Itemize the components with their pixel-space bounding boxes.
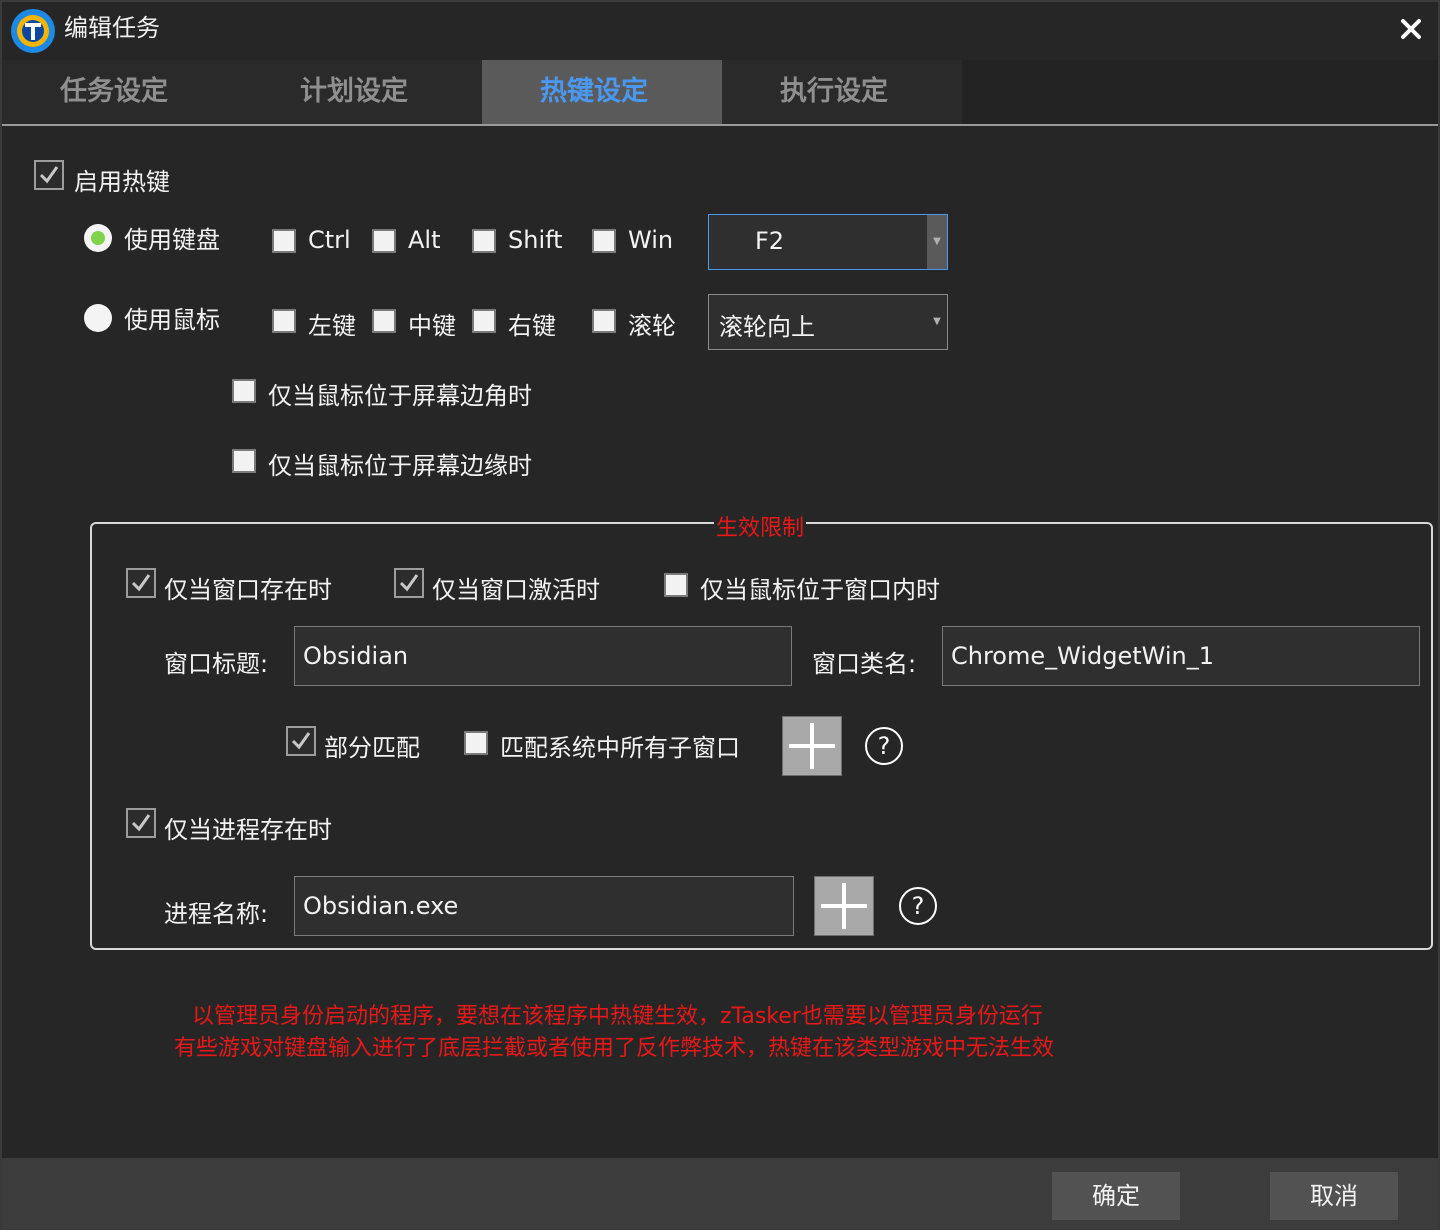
shift-label: Shift <box>508 226 563 254</box>
process-name-input[interactable]: Obsidian.exe <box>294 876 794 936</box>
window-class-input[interactable]: Chrome_WidgetWin_1 <box>942 626 1420 686</box>
dialog-footer: 确定 取消 <box>2 1158 1438 1228</box>
middle-button-checkbox[interactable] <box>372 309 396 333</box>
mouse-action-select[interactable]: 滚轮向上 ▼ <box>708 294 948 350</box>
key-select[interactable]: F2 ▼ <box>708 214 948 270</box>
match-children-label: 匹配系统中所有子窗口 <box>500 734 740 762</box>
screen-edge-checkbox[interactable] <box>232 449 256 473</box>
key-select-value: F2 <box>755 227 785 255</box>
window-title-input[interactable]: Obsidian <box>294 626 792 686</box>
plus-icon <box>789 723 835 769</box>
window-class-label: 窗口类名: <box>812 650 917 678</box>
use-mouse-radio[interactable] <box>84 304 112 332</box>
edit-task-dialog: 编辑任务 任务设定 计划设定 热键设定 执行设定 启用热键 使用键盘 Ctrl … <box>0 0 1440 1230</box>
window-active-checkbox[interactable] <box>394 568 424 598</box>
ctrl-checkbox[interactable] <box>272 229 296 253</box>
enable-hotkey-label: 启用热键 <box>74 168 170 196</box>
chevron-down-icon: ▼ <box>927 215 947 269</box>
plus-icon <box>821 883 867 929</box>
use-mouse-label: 使用鼠标 <box>124 306 220 334</box>
screen-corner-label: 仅当鼠标位于屏幕边角时 <box>268 382 532 410</box>
enable-hotkey-checkbox[interactable] <box>34 160 64 190</box>
window-exists-checkbox[interactable] <box>126 568 156 598</box>
ctrl-label: Ctrl <box>308 226 351 254</box>
middle-button-label: 中键 <box>408 312 456 340</box>
window-title-label: 窗口标题: <box>164 650 269 678</box>
wheel-checkbox[interactable] <box>592 309 616 333</box>
process-exists-checkbox[interactable] <box>126 808 156 838</box>
tab-hotkey-settings[interactable]: 热键设定 <box>482 60 722 124</box>
screen-edge-label: 仅当鼠标位于屏幕边缘时 <box>268 452 532 480</box>
mouse-in-window-checkbox[interactable] <box>664 573 688 597</box>
win-checkbox[interactable] <box>592 229 616 253</box>
restriction-group-title: 生效限制 <box>714 510 807 542</box>
process-picker-button[interactable] <box>814 876 874 936</box>
left-button-label: 左键 <box>308 312 356 340</box>
admin-note: 以管理员身份启动的程序，要想在该程序中热键生效，zTasker也需要以管理员身份… <box>192 1004 1043 1029</box>
left-button-checkbox[interactable] <box>272 309 296 333</box>
window-exists-label: 仅当窗口存在时 <box>164 576 332 604</box>
win-label: Win <box>628 226 674 254</box>
cancel-button[interactable]: 取消 <box>1270 1172 1398 1220</box>
alt-label: Alt <box>408 226 441 254</box>
tab-task-settings[interactable]: 任务设定 <box>2 60 242 124</box>
partial-match-label: 部分匹配 <box>324 734 420 762</box>
window-title: 编辑任务 <box>64 14 160 42</box>
restriction-group: 生效限制 仅当窗口存在时 仅当窗口激活时 仅当鼠标位于窗口内时 窗口标题: Ob… <box>90 510 1433 950</box>
alt-checkbox[interactable] <box>372 229 396 253</box>
process-name-label: 进程名称: <box>164 900 269 928</box>
use-keyboard-label: 使用键盘 <box>124 226 220 254</box>
right-button-label: 右键 <box>508 312 556 340</box>
window-active-label: 仅当窗口激活时 <box>432 576 600 604</box>
shift-checkbox[interactable] <box>472 229 496 253</box>
right-button-checkbox[interactable] <box>472 309 496 333</box>
mouse-action-select-value: 滚轮向上 <box>719 313 815 341</box>
partial-match-checkbox[interactable] <box>286 726 316 756</box>
wheel-label: 滚轮 <box>628 312 676 340</box>
title-bar: 编辑任务 <box>2 2 1438 60</box>
screen-corner-checkbox[interactable] <box>232 379 256 403</box>
window-help-icon[interactable]: ? <box>864 726 904 766</box>
ztasker-logo-icon <box>11 9 55 53</box>
use-keyboard-radio[interactable] <box>84 224 112 252</box>
process-help-icon[interactable]: ? <box>898 886 938 926</box>
anti-cheat-note: 有些游戏对键盘输入进行了底层拦截或者使用了反作弊技术，热键在该类型游戏中无法生效 <box>174 1036 1055 1061</box>
close-icon[interactable] <box>1396 14 1426 44</box>
tab-execution-settings[interactable]: 执行设定 <box>722 60 962 124</box>
process-exists-label: 仅当进程存在时 <box>164 816 332 844</box>
window-picker-button[interactable] <box>782 716 842 776</box>
match-children-checkbox[interactable] <box>464 731 488 755</box>
tab-bar: 任务设定 计划设定 热键设定 执行设定 <box>2 60 1438 126</box>
mouse-in-window-label: 仅当鼠标位于窗口内时 <box>700 576 940 604</box>
ok-button[interactable]: 确定 <box>1052 1172 1180 1220</box>
tab-schedule-settings[interactable]: 计划设定 <box>242 60 482 124</box>
svg-text:?: ? <box>912 892 925 920</box>
chevron-down-icon: ▼ <box>933 316 941 327</box>
svg-text:?: ? <box>878 732 891 760</box>
